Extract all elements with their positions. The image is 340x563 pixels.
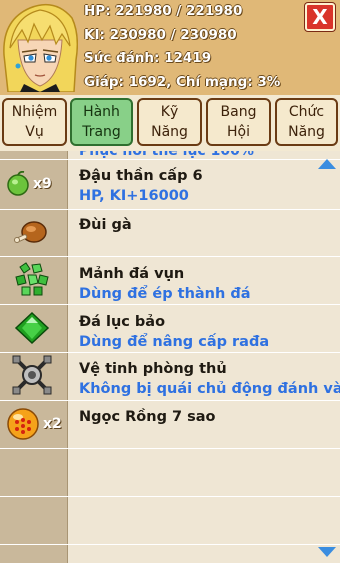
hp-stat: HP: 221980 / 221980 [84, 3, 243, 19]
item-quantity: x9 [33, 176, 52, 192]
scroll-up-icon[interactable] [318, 159, 336, 169]
tab-inventory[interactable]: Hành Trang [70, 98, 133, 146]
item-icon-cell [6, 213, 66, 253]
character-avatar [3, 3, 78, 92]
item-description: Dùng để ép thành đá [79, 286, 251, 302]
tab-quests[interactable]: Nhiệm Vụ [2, 98, 67, 146]
item-description: HP, KI+16000 [79, 188, 189, 204]
dragon-ball-icon [7, 408, 39, 440]
cut-off-item-desc: Phục hồi thể lực 100% [79, 151, 254, 159]
tab-functions[interactable]: Chức Năng [275, 98, 338, 146]
item-description: Dùng để nâng cấp rađa [79, 334, 270, 350]
item-icon-cell [6, 308, 66, 348]
tab-label: Nhiệm Vụ [11, 104, 58, 140]
close-icon: X [312, 5, 328, 29]
item-name: Ngọc Rồng 7 sao [79, 409, 216, 425]
item-quantity: x2 [43, 416, 62, 432]
power-stat: Sức đánh: 12419 [84, 50, 212, 66]
list-item[interactable]: x2 Ngọc Rồng 7 sao [0, 400, 340, 448]
empty-slot[interactable] [0, 544, 340, 563]
item-icon-cell [6, 260, 66, 300]
tab-clan[interactable]: Bang Hội [206, 98, 271, 146]
item-name: Đá lục bảo [79, 314, 166, 330]
list-item[interactable]: Đá lục bảo Dùng để nâng cấp rađa [0, 304, 340, 352]
item-icon-cell: x9 [6, 164, 66, 204]
player-stats: HP: 221980 / 221980 KI: 230980 / 230980 … [84, 0, 280, 94]
tab-label: Kỹ Năng [151, 104, 188, 140]
green-gem-icon [14, 311, 50, 345]
list-item[interactable]: Mảnh đá vụn Dùng để ép thành đá [0, 256, 340, 304]
chicken-leg-icon [14, 221, 47, 243]
tab-label: Bang Hội [220, 104, 257, 140]
item-icon-cell [6, 355, 66, 395]
armor-stat: Giáp: 1692, Chí mạng: 3% [84, 73, 281, 90]
list-item[interactable]: Đùi gà [0, 209, 340, 256]
item-icon-cell: x2 [6, 404, 66, 444]
item-name: Đùi gà [79, 217, 132, 233]
scroll-down-icon[interactable] [318, 547, 336, 557]
item-name: Đậu thần cấp 6 [79, 168, 203, 184]
tab-skills[interactable]: Kỹ Năng [137, 98, 202, 146]
list-item[interactable]: x9 Đậu thần cấp 6 HP, KI+16000 [0, 159, 340, 209]
close-button[interactable]: X [305, 3, 335, 31]
item-name: Mảnh đá vụn [79, 266, 185, 282]
inventory-list[interactable]: Phục hồi thể lực 100% x9 Đậu thần cấp 6 … [0, 151, 340, 563]
crystal-shards-icon [15, 262, 49, 296]
item-name: Vệ tinh phòng thủ [79, 361, 227, 377]
player-header: HP: 221980 / 221980 KI: 230980 / 230980 … [0, 0, 340, 95]
senzu-bean-icon [7, 171, 29, 196]
list-item[interactable]: Vệ tinh phòng thủ Không bị quái chủ động… [0, 352, 340, 400]
empty-slot[interactable] [0, 496, 340, 544]
item-description: Không bị quái chủ động đánh và g [79, 381, 340, 397]
empty-slot[interactable] [0, 448, 340, 496]
ki-stat: KI: 230980 / 230980 [84, 26, 237, 43]
tab-bar: Nhiệm Vụ Hành Trang Kỹ Năng Bang Hội Chứ… [0, 95, 340, 151]
tab-label: Chức Năng [288, 104, 325, 140]
tab-label: Hành Trang [82, 104, 121, 140]
defense-satellite-icon [12, 355, 52, 395]
